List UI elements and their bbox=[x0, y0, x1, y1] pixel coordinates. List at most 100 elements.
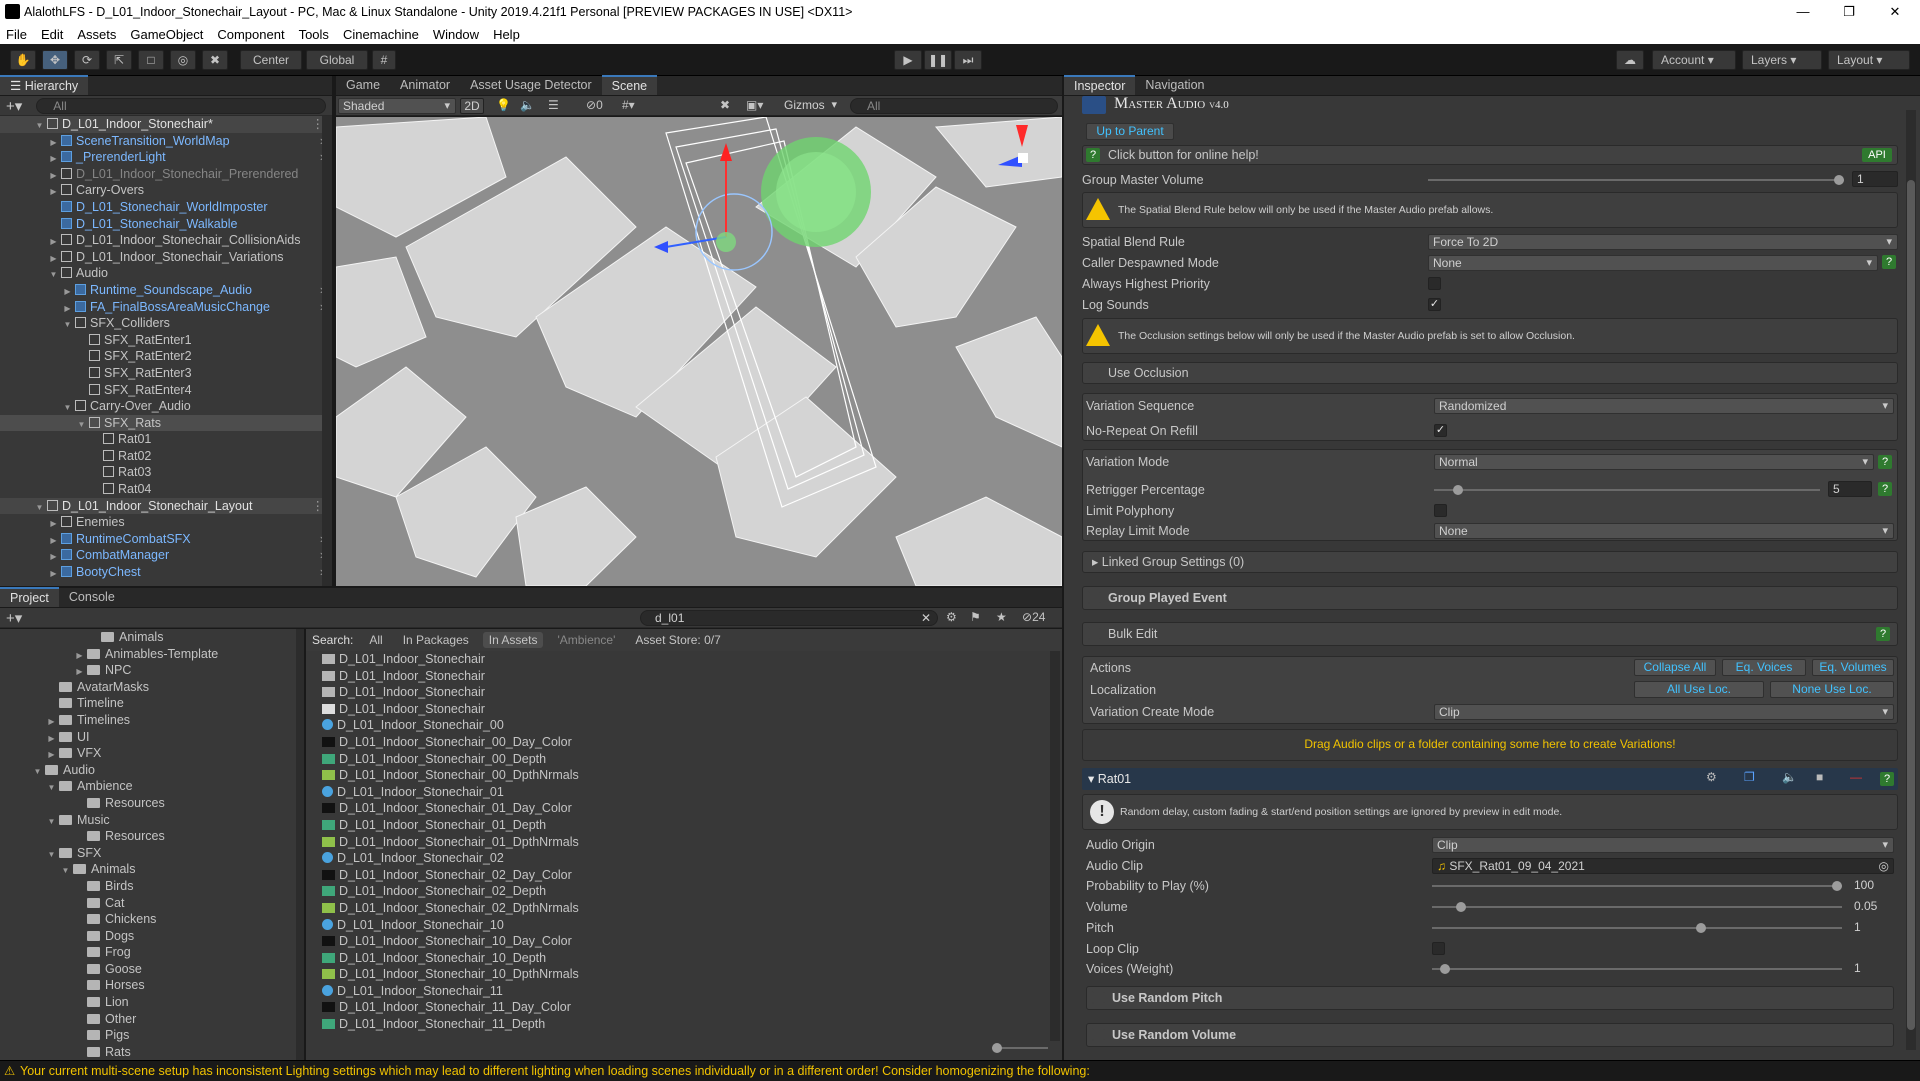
hierarchy-row[interactable]: ▶ Enemies bbox=[0, 514, 332, 531]
retrigger-field[interactable]: 5 bbox=[1828, 481, 1872, 497]
asset-row[interactable]: D_L01_Indoor_Stonechair bbox=[306, 684, 1062, 701]
group-master-volume-slider[interactable] bbox=[1428, 175, 1844, 185]
asset-row[interactable]: D_L01_Indoor_Stonechair_01_Day_Color bbox=[306, 800, 1062, 817]
asset-row[interactable]: D_L01_Indoor_Stonechair_11 bbox=[306, 983, 1062, 1000]
account-dropdown[interactable]: Account ▾ bbox=[1652, 50, 1736, 70]
folder-row[interactable]: Horses bbox=[0, 977, 304, 994]
asset-size-slider[interactable] bbox=[992, 1043, 1048, 1053]
hierarchy-row[interactable]: D_L01_Stonechair_WorldImposter bbox=[0, 199, 332, 216]
help-icon[interactable]: ? bbox=[1086, 148, 1100, 162]
limit-polyphony-checkbox[interactable] bbox=[1434, 504, 1447, 517]
folder-row[interactable]: Resources bbox=[0, 795, 304, 812]
expand-arrow-icon[interactable]: ▶ bbox=[48, 566, 59, 583]
variation-header[interactable] bbox=[1082, 768, 1898, 790]
scene-search-input[interactable]: All bbox=[850, 98, 1058, 114]
status-bar[interactable]: ⚠ Your current multi-scene setup has inc… bbox=[0, 1060, 1920, 1080]
folder-row[interactable]: ▶ UI bbox=[0, 729, 304, 746]
filter-type-icon[interactable]: ⚙ bbox=[946, 610, 957, 624]
voices-slider[interactable] bbox=[1432, 964, 1842, 974]
tab-navigation[interactable]: Navigation bbox=[1135, 75, 1214, 95]
menu-assets[interactable]: Assets bbox=[77, 27, 116, 42]
hidden-objects-icon[interactable]: ⊘0 bbox=[586, 98, 603, 112]
maximize-button[interactable]: ❐ bbox=[1826, 0, 1872, 24]
hierarchy-row[interactable]: ▶RuntimeCombatSFX› bbox=[0, 531, 332, 548]
layers-dropdown[interactable]: Layers ▾ bbox=[1742, 50, 1822, 70]
minimize-button[interactable]: — bbox=[1780, 0, 1826, 24]
variation-sequence-dropdown[interactable]: Randomized bbox=[1434, 398, 1894, 414]
asset-row[interactable]: D_L01_Indoor_Stonechair_00_Day_Color bbox=[306, 734, 1062, 751]
asset-row[interactable]: D_L01_Indoor_Stonechair_02_Depth bbox=[306, 883, 1062, 900]
search-filter-1[interactable]: In Packages bbox=[397, 632, 475, 648]
hierarchy-row[interactable]: ▼ SFX_Colliders bbox=[0, 315, 332, 332]
hierarchy-row[interactable]: Rat03 bbox=[0, 464, 332, 481]
camera-icon[interactable]: ▣▾ bbox=[746, 98, 763, 112]
bulk-edit-section[interactable] bbox=[1082, 622, 1898, 646]
hierarchy-row[interactable]: ▶CombatManager› bbox=[0, 547, 332, 564]
hierarchy-row[interactable]: SFX_RatEnter2 bbox=[0, 348, 332, 365]
variation-create-dropdown[interactable]: Clip bbox=[1434, 704, 1894, 720]
tab-asset-usage-detector[interactable]: Asset Usage Detector bbox=[460, 75, 602, 95]
retrigger-slider[interactable] bbox=[1434, 485, 1820, 495]
folder-row[interactable]: Resources bbox=[0, 828, 304, 845]
asset-row[interactable]: D_L01_Indoor_Stonechair_11_Day_Color bbox=[306, 999, 1062, 1016]
scale-tool-icon[interactable]: ⇱ bbox=[106, 50, 132, 70]
asset-row[interactable]: D_L01_Indoor_Stonechair_01_DpthNrmals bbox=[306, 834, 1062, 851]
custom-tool-icon[interactable]: ✖ bbox=[202, 50, 228, 70]
variation-clone-icon[interactable]: ❐ bbox=[1744, 770, 1755, 784]
step-button[interactable]: ⏭ bbox=[954, 50, 982, 70]
asset-row[interactable]: D_L01_Indoor_Stonechair_01_Depth bbox=[306, 817, 1062, 834]
hierarchy-row[interactable]: ▶Runtime_Soundscape_Audio› bbox=[0, 282, 332, 299]
folder-row[interactable]: ▼ Music bbox=[0, 812, 304, 829]
audio-clip-field[interactable]: ♫ SFX_Rat01_09_04_2021 ◎ bbox=[1432, 858, 1894, 874]
play-button[interactable]: ▶ bbox=[894, 50, 922, 70]
asset-row[interactable]: D_L01_Indoor_Stonechair bbox=[306, 668, 1062, 685]
hierarchy-row[interactable]: ▼ Carry-Over_Audio bbox=[0, 398, 332, 415]
asset-row[interactable]: D_L01_Indoor_Stonechair_01 bbox=[306, 784, 1062, 801]
grid-snap-icon[interactable]: # bbox=[372, 50, 396, 70]
folder-row[interactable]: AvatarMasks bbox=[0, 679, 304, 696]
folder-row[interactable]: Rats bbox=[0, 1044, 304, 1060]
folder-row[interactable]: ▶ Timelines bbox=[0, 712, 304, 729]
grid-icon[interactable]: #▾ bbox=[622, 98, 635, 112]
api-button[interactable]: API bbox=[1862, 148, 1892, 162]
pivot-center-button[interactable]: Center bbox=[240, 50, 302, 70]
asset-list-scrollbar[interactable] bbox=[1050, 651, 1060, 1041]
tab-console[interactable]: Console bbox=[59, 587, 125, 607]
folder-row[interactable]: ▼ SFX bbox=[0, 845, 304, 862]
probability-slider[interactable] bbox=[1432, 881, 1842, 891]
menu-cinemachine[interactable]: Cinemachine bbox=[343, 27, 419, 42]
hierarchy-row[interactable]: Rat04 bbox=[0, 481, 332, 498]
folder-row[interactable]: ▼ Audio bbox=[0, 762, 304, 779]
use-occlusion-checkbox[interactable] bbox=[1088, 366, 1101, 379]
eq-volumes-button[interactable]: Eq. Volumes bbox=[1812, 659, 1894, 676]
caller-despawned-help-icon[interactable]: ? bbox=[1882, 255, 1896, 269]
asset-row[interactable]: D_L01_Indoor_Stonechair_00 bbox=[306, 717, 1062, 734]
project-search-input[interactable]: d_l01 ✕ bbox=[640, 610, 938, 626]
audio-icon[interactable]: 🔈 bbox=[520, 98, 535, 112]
collapse-all-button[interactable]: Collapse All bbox=[1634, 659, 1716, 676]
hierarchy-row[interactable]: ▶ D_L01_Indoor_Stonechair_Variations bbox=[0, 249, 332, 266]
all-use-loc-button[interactable]: All Use Loc. bbox=[1634, 681, 1764, 698]
asset-row[interactable]: D_L01_Indoor_Stonechair bbox=[306, 701, 1062, 718]
asset-row[interactable]: D_L01_Indoor_Stonechair bbox=[306, 651, 1062, 668]
hierarchy-row[interactable]: ▶_PrerenderLight› bbox=[0, 149, 332, 166]
asset-row[interactable]: D_L01_Indoor_Stonechair_00_DpthNrmals bbox=[306, 767, 1062, 784]
spatial-blend-rule-dropdown[interactable]: Force To 2D bbox=[1428, 234, 1898, 250]
hierarchy-row[interactable]: ▶ Carry-Overs bbox=[0, 182, 332, 199]
eq-voices-button[interactable]: Eq. Voices bbox=[1722, 659, 1806, 676]
create-asset-button[interactable]: +▾ bbox=[6, 609, 22, 627]
folder-row[interactable]: Other bbox=[0, 1011, 304, 1028]
loop-clip-checkbox[interactable] bbox=[1432, 942, 1445, 955]
folder-row[interactable]: Timeline bbox=[0, 695, 304, 712]
volume-field[interactable]: 0.05 bbox=[1850, 899, 1894, 915]
asset-row[interactable]: D_L01_Indoor_Stonechair_02_DpthNrmals bbox=[306, 900, 1062, 917]
retrigger-help-icon[interactable]: ? bbox=[1878, 482, 1892, 496]
rect-tool-icon[interactable]: □ bbox=[138, 50, 164, 70]
close-button[interactable]: ✕ bbox=[1872, 0, 1918, 24]
tab-game[interactable]: Game bbox=[336, 75, 390, 95]
folder-row[interactable]: ▶ NPC bbox=[0, 662, 304, 679]
rotate-tool-icon[interactable]: ⟳ bbox=[74, 50, 100, 70]
variation-mode-help-icon[interactable]: ? bbox=[1878, 455, 1892, 469]
hierarchy-row[interactable]: Rat01 bbox=[0, 431, 332, 448]
inspector-scrollbar[interactable] bbox=[1906, 110, 1916, 1050]
